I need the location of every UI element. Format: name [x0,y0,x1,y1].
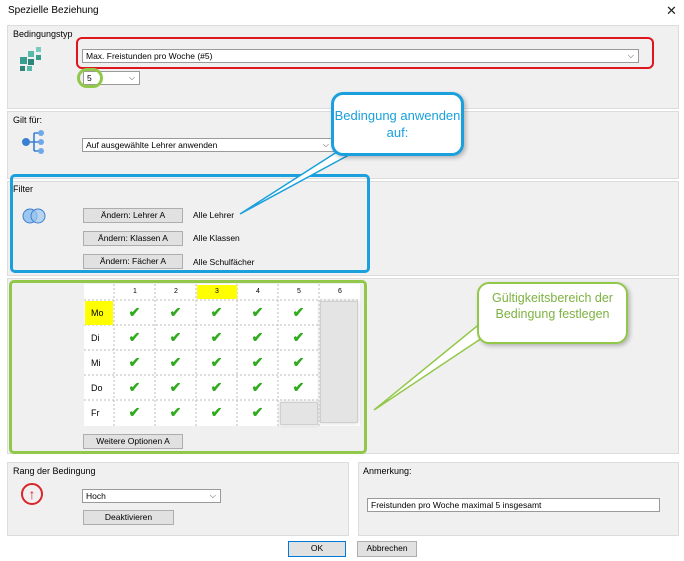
gilt-fuer-selected: Auf ausgewählte Lehrer anwenden [86,140,218,150]
deactivate-button[interactable]: Deaktivieren [83,510,174,525]
rang-select[interactable]: Hoch ⌵ [82,489,221,503]
gilt-fuer-label: Gilt für: [13,115,43,125]
ok-button[interactable]: OK [288,541,346,557]
anmerkung-input[interactable]: Freistunden pro Woche maximal 5 insgesam… [367,498,660,512]
tree-icon [20,129,46,157]
close-icon[interactable]: ✕ [666,3,677,19]
window-title: Spezielle Beziehung [8,5,99,16]
green-callout: Gültigkeitsbereich der Bedingung festleg… [477,282,628,344]
red-highlight-frame [76,37,654,69]
green-grid-frame [9,280,367,454]
rang-selected: Hoch [86,491,106,501]
blue-callout-pointer [239,149,359,215]
priority-up-icon: ↑ [21,483,43,505]
chevron-down-icon: ⌵ [128,73,135,82]
chevron-down-icon: ⌵ [209,491,216,500]
bedingungstyp-label: Bedingungstyp [13,29,73,39]
anmerkung-label: Anmerkung: [363,466,412,476]
green-value-highlight [77,68,103,88]
blocks-icon [20,47,46,75]
cancel-button[interactable]: Abbrechen [357,541,417,557]
title-bar [0,0,684,22]
rang-label: Rang der Bedingung [13,466,96,476]
blue-callout: Bedingung anwenden auf: [331,92,464,156]
